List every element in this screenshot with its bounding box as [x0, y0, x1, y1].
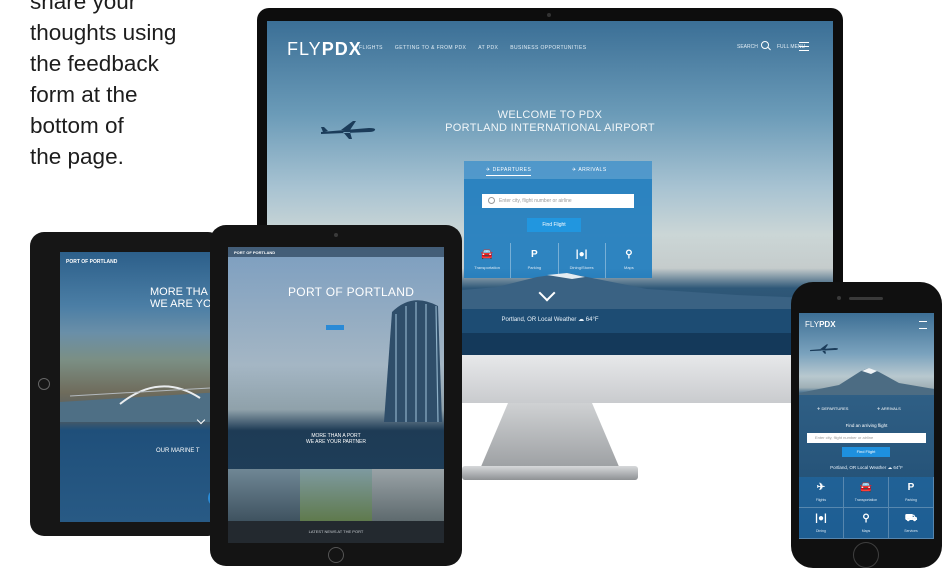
monitor-stand-base	[462, 466, 638, 480]
dining-icon: |●|	[575, 249, 588, 260]
hamburger-menu-icon[interactable]	[799, 42, 809, 51]
tab-departures[interactable]: ✈ DEPARTURES	[486, 167, 532, 176]
intro-line: the feedback	[30, 51, 159, 76]
map-pin-icon: ⚲	[625, 249, 633, 260]
find-label: Find an arriving flight	[845, 423, 888, 428]
home-button[interactable]	[328, 547, 344, 563]
mountain-graphic	[799, 368, 934, 395]
dining-icon: |●|	[815, 513, 827, 524]
car-icon: 🚘	[859, 482, 873, 493]
monitor-stand	[480, 403, 620, 469]
tablet-portrait: PORT OF PORTLAND PORT OF PORTLAND MORE T…	[210, 225, 462, 566]
search-icon[interactable]	[761, 41, 769, 49]
tablet-landscape-screen: PORT OF PORTLAND MORE THA WE ARE YOUR OU…	[60, 252, 222, 522]
photo-strip	[228, 469, 444, 521]
nav-at-pdx[interactable]: AT PDX	[478, 45, 498, 51]
news-bar[interactable]: LATEST NEWS AT THE PORT	[228, 521, 444, 543]
flypdx-logo[interactable]: FLYPDX	[287, 39, 362, 60]
photo-tile[interactable]	[372, 469, 444, 521]
parking-icon: P	[907, 482, 915, 493]
cloud-icon: ☁	[578, 317, 585, 323]
tile-transportation[interactable]: 🚘 Transportation	[844, 477, 889, 508]
intro-line: share your	[30, 0, 137, 14]
find-flight-button[interactable]: Find Flight	[527, 218, 581, 232]
welcome-heading: WELCOME TO PDX PORTLAND INTERNATIONAL AI…	[445, 109, 655, 134]
mobile-phone: FLYPDX ✈ DEPARTURES ✈ ARRIVALS Find an a…	[791, 282, 942, 568]
tab-arrivals[interactable]: ✈ ARRIVALS	[572, 167, 607, 173]
speaker	[849, 297, 883, 300]
main-nav: FLIGHTS GETTING TO & FROM PDX AT PDX BUS…	[359, 45, 586, 51]
parking-icon: P	[531, 249, 538, 260]
intro-text: share your thoughts using the feedback f…	[30, 0, 230, 172]
tower-graphic	[384, 300, 442, 422]
tile-services[interactable]: ⛟ Services	[889, 508, 934, 539]
quick-links: ✈ Flights 🚘 Transportation P Parking |●| Din…	[799, 477, 934, 539]
camera	[547, 13, 551, 17]
tablet-landscape: PORT OF PORTLAND MORE THA WE ARE YOUR OU…	[30, 232, 222, 536]
map-pin-icon: ⚲	[862, 513, 870, 524]
cart-icon: ⛟	[904, 513, 918, 524]
mobile-screen: FLYPDX ✈ DEPARTURES ✈ ARRIVALS Find an a…	[799, 313, 934, 539]
home-button[interactable]	[38, 378, 50, 390]
flight-search-input[interactable]: Enter city, flight number or airline	[807, 433, 926, 443]
tile-maps[interactable]: ⚲ Maps	[844, 508, 889, 539]
flight-tabs: ✈ DEPARTURES ✈ ARRIVALS	[803, 404, 930, 418]
photo-tile[interactable]	[228, 469, 300, 521]
flight-search-panel: ✈ DEPARTURES ✈ ARRIVALS Enter city, flig…	[464, 161, 652, 278]
intro-line: the page.	[30, 144, 124, 169]
hamburger-menu-icon[interactable]	[919, 321, 927, 329]
weather-temperature: 64°F	[585, 317, 599, 323]
search-icon	[488, 197, 495, 204]
camera	[837, 296, 841, 300]
find-flight-button[interactable]: Find Flight	[842, 447, 890, 457]
tablet-portrait-screen: PORT OF PORTLAND PORT OF PORTLAND MORE T…	[228, 247, 444, 543]
top-nav: PORT OF PORTLAND	[228, 247, 444, 257]
section-heading: OUR MARINE T	[156, 448, 200, 454]
search-label[interactable]: SEARCH	[737, 44, 758, 50]
nav-flights[interactable]: FLIGHTS	[359, 45, 383, 51]
tile-dining[interactable]: |●| Dining	[799, 508, 844, 539]
flight-tabs: ✈ DEPARTURES ✈ ARRIVALS	[464, 161, 652, 179]
intro-line: form at the	[30, 82, 138, 107]
tab-arrivals[interactable]: ✈ ARRIVALS	[877, 406, 901, 411]
port-logo[interactable]: PORT OF PORTLAND	[66, 259, 117, 265]
tile-parking[interactable]: P Parking	[889, 477, 934, 508]
intro-line: bottom of	[30, 113, 124, 138]
home-button[interactable]	[853, 542, 879, 568]
photo-tile[interactable]	[300, 469, 372, 521]
cta-button[interactable]	[326, 325, 344, 330]
cloud-icon: ☁	[887, 465, 893, 470]
intro-line: thoughts using	[30, 20, 177, 45]
camera	[334, 233, 338, 237]
weather-location: Portland, OR Local Weather	[501, 317, 577, 323]
weather-bar: Portland, OR Local Weather ☁ 64°F	[830, 465, 903, 470]
airplane-icon	[810, 344, 839, 354]
tab-departures[interactable]: ✈ DEPARTURES	[817, 406, 848, 411]
section-heading: MORE THAN A PORT WE ARE YOUR PARTNER	[305, 433, 366, 445]
nav-getting-to-from[interactable]: GETTING TO & FROM PDX	[395, 45, 466, 51]
nav-business[interactable]: BUSINESS OPPORTUNITIES	[510, 45, 586, 51]
bridge-graphic	[60, 385, 222, 422]
airplane-icon: ✈	[816, 482, 826, 493]
port-logo[interactable]: PORT OF PORTLAND	[234, 250, 275, 255]
flypdx-logo[interactable]: FLYPDX	[805, 320, 836, 329]
flight-search-input[interactable]: Enter city, flight number or airline	[482, 194, 634, 208]
tile-flights[interactable]: ✈ Flights	[799, 477, 844, 508]
car-icon: 🚘	[480, 249, 494, 260]
